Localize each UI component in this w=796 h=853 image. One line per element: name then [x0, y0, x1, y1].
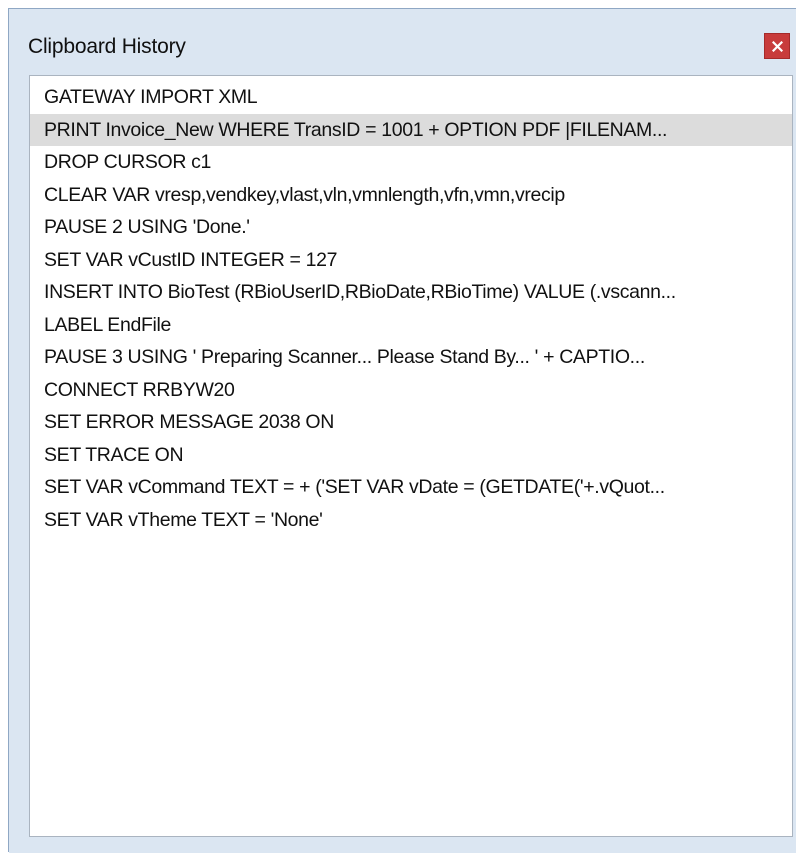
history-item[interactable]: SET VAR vCustID INTEGER = 127	[30, 244, 792, 276]
history-item[interactable]: PRINT Invoice_New WHERE TransID = 1001 +…	[30, 113, 792, 146]
close-icon	[772, 41, 783, 52]
clipboard-history-list[interactable]: GATEWAY IMPORT XML PRINT Invoice_New WHER…	[29, 75, 793, 837]
history-item[interactable]: GATEWAY IMPORT XML	[30, 81, 792, 113]
window-title: Clipboard History	[28, 35, 186, 58]
close-button[interactable]	[764, 33, 790, 59]
history-item[interactable]: LABEL EndFile	[30, 309, 792, 341]
history-item[interactable]: CLEAR VAR vresp,vendkey,vlast,vln,vmnlen…	[30, 179, 792, 211]
history-item[interactable]: SET VAR vTheme TEXT = 'None'	[30, 504, 792, 536]
history-item[interactable]: PAUSE 2 USING 'Done.'	[30, 211, 792, 243]
history-item[interactable]: CONNECT RRBYW20	[30, 374, 792, 406]
history-item[interactable]: PAUSE 3 USING ' Preparing Scanner... Ple…	[30, 341, 792, 373]
title-bar[interactable]: Clipboard History	[9, 9, 796, 75]
history-item[interactable]: SET ERROR MESSAGE 2038 ON	[30, 406, 792, 438]
history-item[interactable]: INSERT INTO BioTest (RBioUserID,RBioDate…	[30, 276, 792, 308]
history-item[interactable]: SET VAR vCommand TEXT = + ('SET VAR vDat…	[30, 471, 792, 503]
history-item[interactable]: DROP CURSOR c1	[30, 146, 792, 178]
history-item[interactable]: SET TRACE ON	[30, 439, 792, 471]
clipboard-history-window: Clipboard History GATEWAY IMPORT XML PRIN…	[8, 8, 796, 853]
